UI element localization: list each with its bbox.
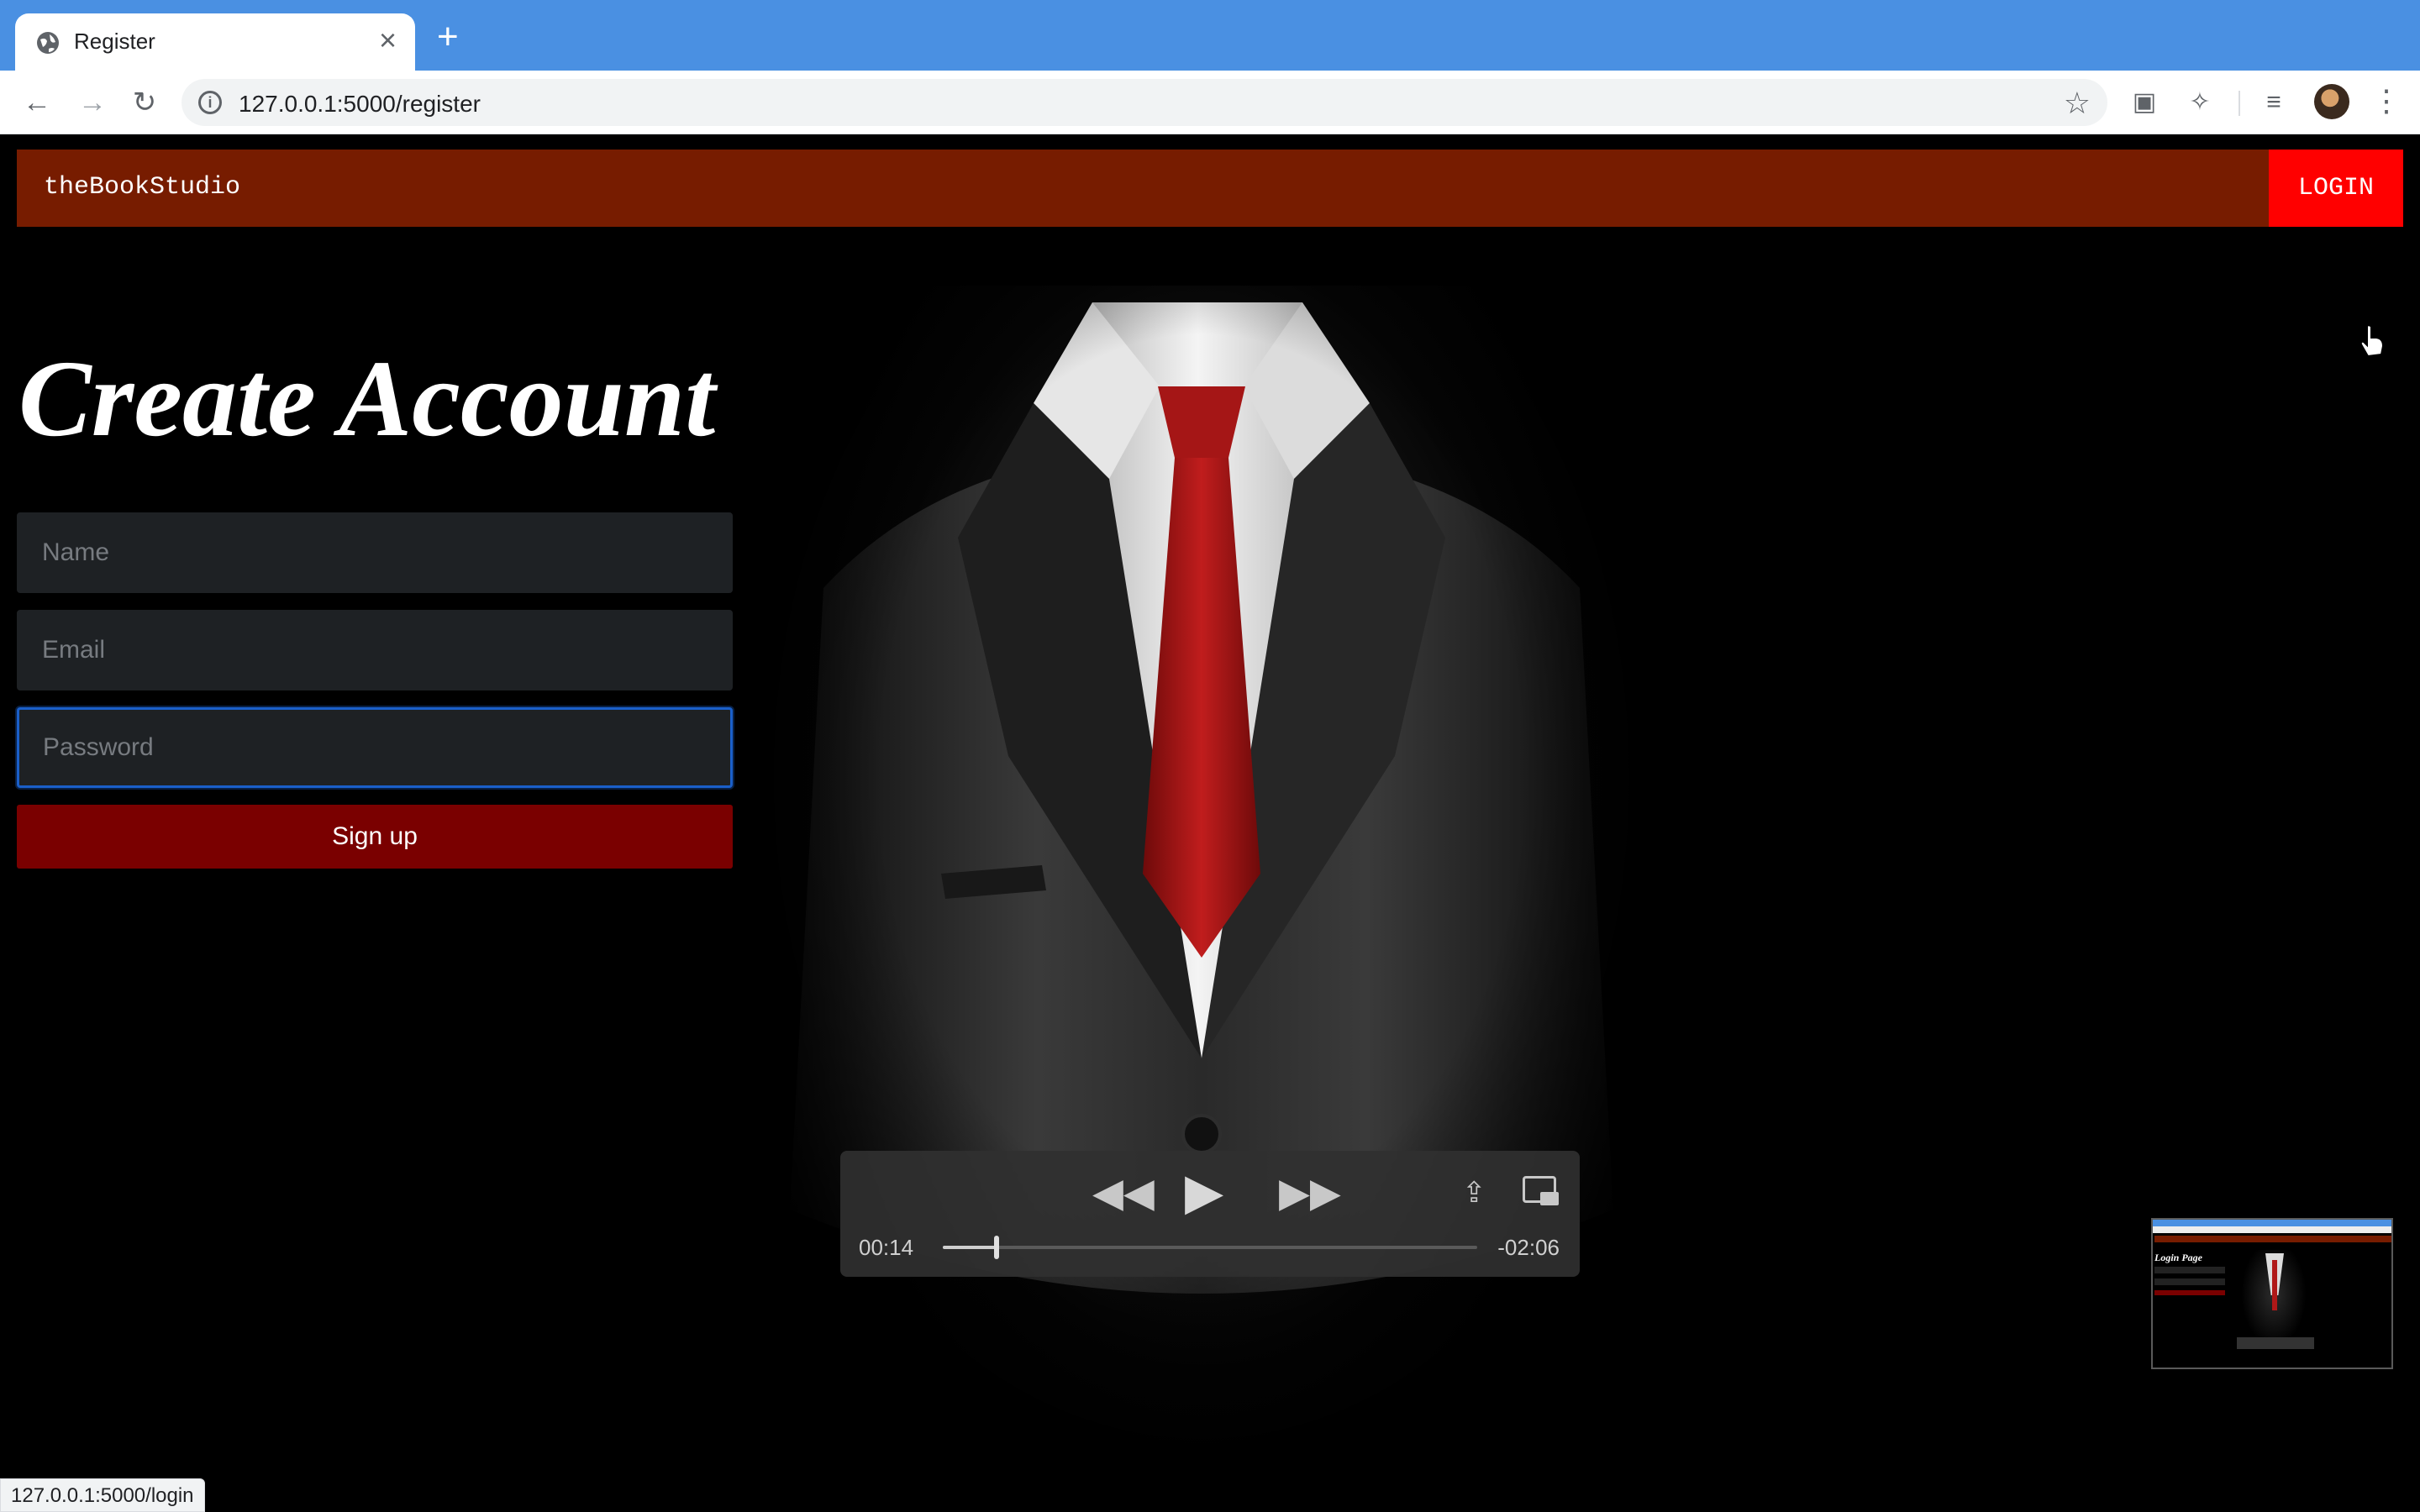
thumb-title: Login Page [2154,1252,2202,1263]
globe-icon [37,32,59,54]
hand-pointer-icon [2360,324,2385,358]
forward-arrow-icon[interactable]: → [74,84,111,121]
thumb-field [2154,1278,2225,1285]
address-bar[interactable]: i 127.0.0.1:5000/register ☆ [182,79,2107,126]
scrub-progress [943,1246,997,1249]
play-icon[interactable]: ▶ [1185,1163,1223,1221]
page-viewport: theBookStudio LOGIN Create Account Sign … [0,134,2420,1512]
media-queue-icon[interactable]: ≡ [2257,86,2291,119]
browser-tab-register[interactable]: Register × [15,13,415,71]
password-input[interactable] [17,707,733,788]
screenshot-thumbnail[interactable]: Login Page [2151,1218,2393,1369]
fast-forward-icon[interactable]: ▶▶ [1279,1169,1341,1216]
reload-icon[interactable]: ↻ [126,84,163,121]
thumb-button [2154,1290,2225,1295]
scrub-bar[interactable] [943,1236,1477,1259]
browser-toolbar: ← → ↻ i 127.0.0.1:5000/register ☆ ▣ ✧ ≡ … [0,71,2420,134]
rewind-icon[interactable]: ◀◀ [1092,1169,1155,1216]
page-title: Create Account [18,339,716,459]
profile-avatar[interactable] [2314,84,2349,119]
hero-suit-image [756,286,1647,1512]
email-input[interactable] [17,610,733,690]
remaining-time: -02:06 [1497,1235,1560,1260]
signup-button[interactable]: Sign up [17,805,733,869]
thumb-navbar [2154,1236,2391,1242]
tab-title: Register [74,29,155,54]
extension-icon[interactable]: ✧ [2183,86,2217,119]
browser-tab-strip: Register × + [0,0,2420,71]
media-player-controls: ◀◀ ▶ ▶▶ ⇪ 00:14 -02:06 [840,1151,1580,1277]
close-tab-icon[interactable]: × [379,25,397,55]
image-search-icon[interactable]: ▣ [2128,86,2161,119]
thumb-toolbar [2153,1226,2391,1233]
address-url[interactable]: 127.0.0.1:5000/register [239,91,481,118]
thumb-field [2154,1267,2225,1273]
thumb-player [2237,1337,2314,1349]
thumb-tie [2272,1260,2277,1310]
browser-menu-icon[interactable]: ⋮ [2371,82,2402,119]
toolbar-divider [2238,91,2240,116]
scrub-handle[interactable] [993,1236,999,1259]
picture-in-picture-icon[interactable] [1523,1176,1559,1205]
site-brand[interactable]: theBookStudio [44,173,240,202]
current-time: 00:14 [859,1235,914,1260]
status-bar-url: 127.0.0.1:5000/login [0,1478,205,1512]
suit-illustration [756,286,1647,1512]
name-input[interactable] [17,512,733,593]
share-icon[interactable]: ⇪ [1462,1176,1486,1210]
login-button[interactable]: LOGIN [2269,150,2403,227]
site-navbar: theBookStudio LOGIN [17,150,2403,227]
site-info-icon[interactable]: i [198,91,222,114]
new-tab-icon[interactable]: + [437,18,459,55]
thumb-tabstrip [2153,1220,2391,1226]
bookmark-star-icon[interactable]: ☆ [2064,86,2091,121]
back-arrow-icon[interactable]: ← [18,84,55,121]
